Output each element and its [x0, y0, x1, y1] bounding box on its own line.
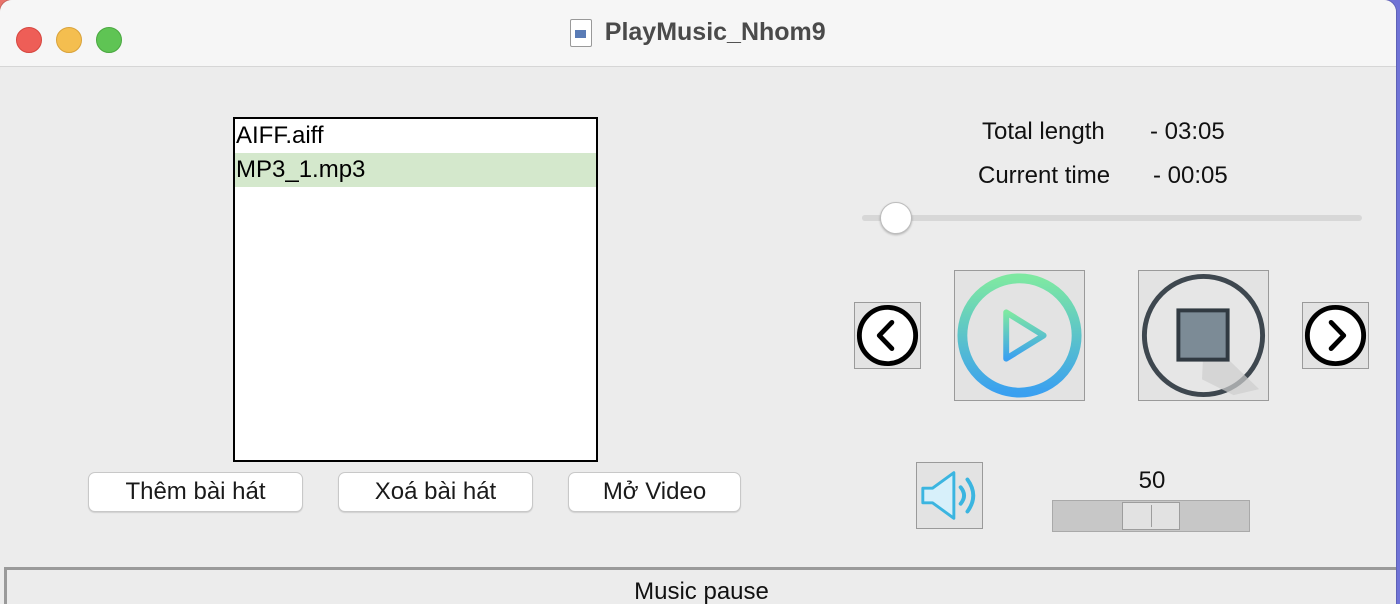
play-button[interactable]: [954, 270, 1085, 401]
seek-slider[interactable]: [862, 202, 1362, 234]
previous-button[interactable]: [854, 302, 921, 369]
next-button[interactable]: [1302, 302, 1369, 369]
stop-circle-icon: [1141, 273, 1266, 398]
status-text: Music pause: [634, 578, 769, 604]
seek-thumb[interactable]: [879, 202, 912, 234]
open-video-button[interactable]: Mở Video: [568, 472, 741, 512]
add-song-button[interactable]: Thêm bài hát: [88, 472, 303, 512]
playlist-item[interactable]: MP3_1.mp3: [235, 153, 596, 187]
play-circle-icon: [957, 273, 1082, 398]
volume-button[interactable]: [916, 462, 983, 529]
playlist[interactable]: AIFF.aiff MP3_1.mp3: [233, 117, 598, 462]
current-time-label: Current time: [978, 162, 1111, 189]
total-length-label: Total length: [982, 118, 1105, 145]
speaker-icon: [921, 471, 976, 520]
window-title: PlayMusic_Nhom9: [604, 18, 826, 46]
total-length-value: - 03:05: [1150, 118, 1225, 145]
title-bar: PlayMusic_Nhom9: [0, 0, 1396, 67]
volume-thumb[interactable]: [1122, 502, 1180, 530]
volume-slider[interactable]: [1052, 500, 1250, 532]
chevron-right-circle-icon: [1304, 304, 1367, 367]
chevron-left-circle-icon: [856, 304, 919, 367]
delete-song-button[interactable]: Xoá bài hát: [338, 472, 533, 512]
stop-button[interactable]: [1138, 270, 1269, 401]
playlist-item[interactable]: AIFF.aiff: [235, 119, 596, 153]
volume-value: 50: [1138, 467, 1166, 494]
status-bar: Music pause: [4, 567, 1396, 604]
current-time-value: - 00:05: [1153, 162, 1228, 189]
app-window: PlayMusic_Nhom9 AIFF.aiff MP3_1.mp3 Thêm…: [0, 0, 1396, 604]
document-icon: [570, 18, 593, 47]
